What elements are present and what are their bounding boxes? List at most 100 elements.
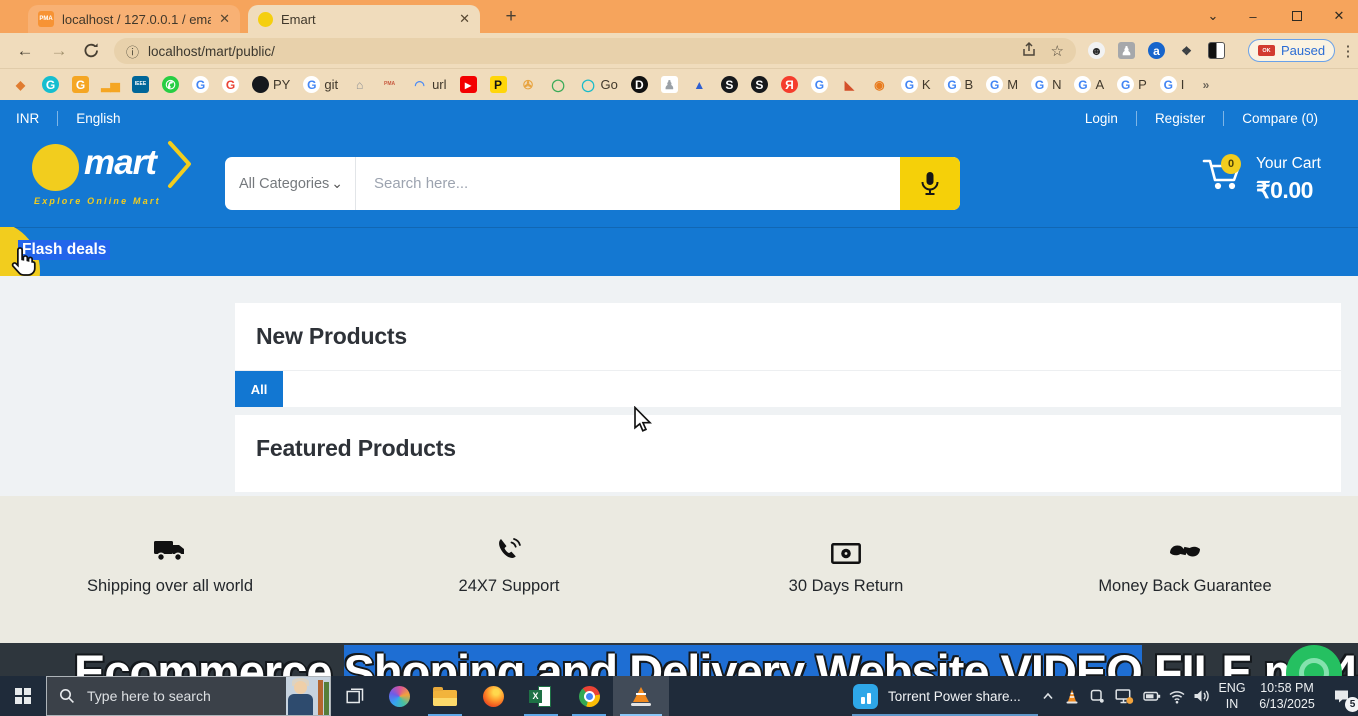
tray-battery-icon[interactable] — [1138, 676, 1166, 716]
new-products-heading: New Products — [235, 303, 1341, 370]
vlc-button[interactable] — [613, 676, 669, 716]
tab-search-icon[interactable]: ⌄ — [1192, 0, 1234, 32]
profile-extension-icon[interactable]: ♟ — [1118, 42, 1135, 59]
voice-search-button[interactable] — [900, 157, 960, 210]
excel-button[interactable]: X — [517, 676, 565, 716]
bookmark-favicon[interactable]: GK — [901, 76, 931, 93]
bookmark-favicon[interactable]: D — [631, 76, 648, 93]
bookmark-favicon[interactable]: PMA — [381, 76, 398, 93]
url-text[interactable]: localhost/mart/public/ — [148, 44, 275, 59]
bookmark-favicon[interactable]: ▲ — [691, 76, 708, 93]
bookmark-favicon[interactable]: GA — [1074, 76, 1104, 93]
language-indicator[interactable]: ENGIN — [1213, 676, 1251, 716]
refresh-icon[interactable] — [76, 33, 106, 68]
bookmark-favicon[interactable]: G — [72, 76, 89, 93]
nav-item-flash-deals[interactable]: Flash deals — [18, 240, 110, 260]
bookmark-star-icon[interactable]: ☆ — [1051, 42, 1064, 60]
bookmark-favicon[interactable]: ◉ — [871, 76, 888, 93]
logo-tagline: Explore Online Mart — [34, 196, 161, 206]
address-bar[interactable]: ⓘ localhost/mart/public/ ☆ — [114, 38, 1076, 64]
browser-menu-icon[interactable]: ⋮ — [1338, 33, 1358, 68]
file-explorer-button[interactable] — [421, 676, 469, 716]
tray-wifi-icon[interactable] — [1164, 676, 1190, 716]
language-selector[interactable]: English — [76, 111, 120, 126]
bookmark-favicon[interactable]: ✇ — [520, 76, 537, 93]
torrent-window-button[interactable]: Torrent Power share... — [845, 676, 1045, 716]
bookmark-favicon[interactable]: GN — [1031, 76, 1061, 93]
bookmark-favicon[interactable]: G — [222, 76, 239, 93]
bookmark-favicon[interactable]: P — [490, 76, 507, 93]
firefox-button[interactable] — [469, 676, 517, 716]
taskbar-search-box[interactable] — [46, 676, 331, 716]
site-logo[interactable]: mart Explore Online Mart — [30, 142, 240, 214]
currency-selector[interactable]: INR — [16, 111, 39, 126]
share-icon[interactable] — [1021, 41, 1037, 62]
puzzle-extensions-icon[interactable]: ❖ — [1178, 42, 1195, 59]
cart-widget[interactable]: 0 Your Cart ₹0.00 — [1200, 152, 1350, 214]
bookmark-favicon[interactable]: ◣ — [841, 76, 858, 93]
bookmark-favicon[interactable]: GP — [1117, 76, 1147, 93]
site-header: INR English Login Register Compare (0) m… — [0, 100, 1358, 227]
tray-expand-chevron[interactable] — [1036, 676, 1060, 716]
back-icon[interactable]: ← — [10, 33, 40, 68]
tray-volume-icon[interactable] — [1188, 676, 1214, 716]
compare-link[interactable]: Compare (0) — [1242, 111, 1318, 126]
bookmark-favicon[interactable]: GM — [986, 76, 1018, 93]
extensions-row: ☻ ♟ a ❖ — [1088, 33, 1225, 68]
bookmark-favicon[interactable]: ◯ — [550, 76, 567, 93]
taskbar-search-input[interactable] — [85, 687, 276, 705]
bookmark-favicon[interactable]: G — [42, 76, 59, 93]
forward-icon[interactable]: → — [44, 33, 74, 68]
tray-display-icon[interactable] — [1110, 676, 1138, 716]
bookmark-label: B — [965, 77, 974, 92]
tab-close-icon[interactable]: ✕ — [459, 11, 470, 27]
paused-extension-button[interactable]: OK Paused — [1248, 39, 1335, 62]
window-close-button[interactable]: ✕ — [1318, 0, 1358, 32]
site-info-icon[interactable]: ⓘ — [126, 42, 139, 61]
tray-vlc-icon[interactable] — [1060, 676, 1084, 716]
bookmark-favicon[interactable]: ◆ — [12, 76, 29, 93]
category-dropdown[interactable]: All Categories ⌄ — [225, 157, 356, 210]
theme-extension-icon[interactable] — [1208, 42, 1225, 59]
new-tab-button[interactable]: + — [497, 4, 525, 30]
bookmark-favicon[interactable]: ◠url — [411, 76, 446, 93]
bookmark-favicon[interactable]: Я — [781, 76, 798, 93]
tray-security-icon[interactable] — [1084, 676, 1110, 716]
bookmark-favicon[interactable]: S — [751, 76, 768, 93]
chrome-button[interactable] — [565, 676, 613, 716]
clock[interactable]: 10:58 PM6/13/2025 — [1251, 676, 1323, 716]
a-extension-icon[interactable]: a — [1148, 42, 1165, 59]
bookmark-favicon[interactable]: ✆ — [162, 76, 179, 93]
bookmark-favicon[interactable]: ▸ — [460, 76, 477, 93]
copilot-button[interactable] — [377, 676, 421, 716]
bookmark-label: git — [324, 77, 338, 92]
feature-support: 24X7 Support — [339, 530, 679, 596]
action-center-button[interactable]: 5 — [1326, 676, 1356, 716]
bookmark-favicon[interactable]: ◯Go — [580, 76, 618, 93]
panda-extension-icon[interactable]: ☻ — [1088, 42, 1105, 59]
bookmark-favicon[interactable]: PY — [252, 76, 290, 93]
tab-close-icon[interactable]: ✕ — [219, 11, 230, 27]
bookmark-favicon[interactable]: S — [721, 76, 738, 93]
bookmark-favicon[interactable]: ♟ — [661, 76, 678, 93]
window-minimize-button[interactable]: – — [1232, 0, 1274, 32]
register-link[interactable]: Register — [1155, 111, 1205, 126]
tab-phpmyadmin[interactable]: PMA localhost / 127.0.0.1 / emart | php … — [28, 5, 240, 33]
search-input[interactable] — [356, 157, 900, 210]
bookmark-favicon[interactable]: GI — [1160, 76, 1185, 93]
bookmark-favicon[interactable]: GB — [944, 76, 974, 93]
bookmarks-overflow-icon[interactable]: » — [1197, 76, 1214, 93]
browser-tab-bar: PMA localhost / 127.0.0.1 / emart | php … — [0, 0, 1358, 33]
login-link[interactable]: Login — [1085, 111, 1118, 126]
bookmark-favicon[interactable]: IEEE — [132, 76, 149, 93]
window-maximize-button[interactable] — [1276, 0, 1318, 32]
start-button[interactable] — [0, 676, 46, 716]
filter-all-button[interactable]: All — [235, 371, 283, 407]
bookmark-favicon[interactable]: ⌂ — [351, 76, 368, 93]
tab-emart[interactable]: Emart ✕ — [248, 5, 480, 33]
task-view-button[interactable] — [333, 676, 377, 716]
bookmark-favicon[interactable]: Ggit — [303, 76, 338, 93]
bookmark-favicon[interactable]: G — [192, 76, 209, 93]
bookmark-favicon[interactable]: G — [811, 76, 828, 93]
bookmark-favicon[interactable]: ▂▅ — [102, 76, 119, 93]
